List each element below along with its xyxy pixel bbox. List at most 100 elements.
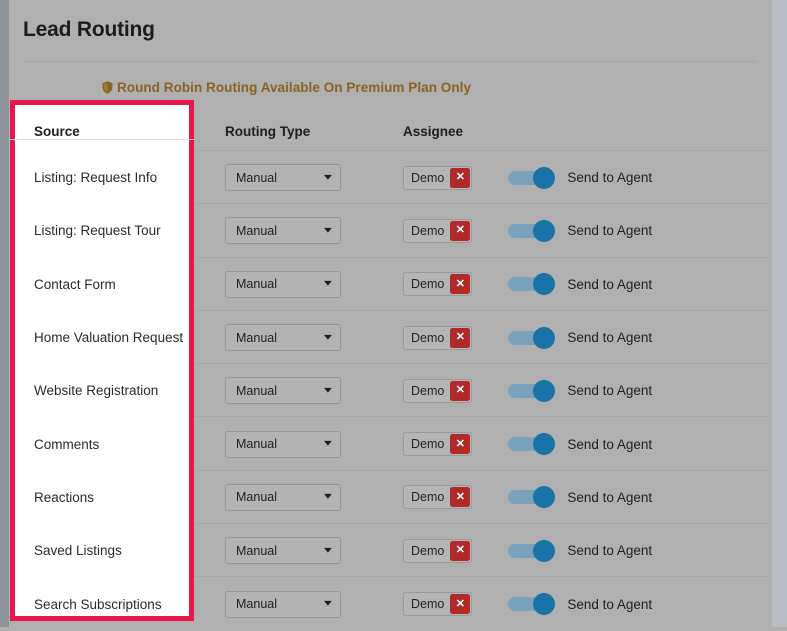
table-row: Website Registration Manual ▼ Demo ✕ Sen… — [9, 364, 772, 418]
routing-type-cell: Manual ▼ — [225, 430, 403, 458]
column-header-assignee: Assignee — [403, 123, 464, 139]
toggle-knob — [533, 273, 556, 296]
routing-type-value: Manual — [236, 277, 277, 292]
send-to-agent-toggle[interactable] — [508, 166, 556, 189]
chevron-down-icon: ▼ — [321, 492, 335, 502]
close-icon[interactable]: ✕ — [450, 167, 471, 188]
send-to-agent-toggle[interactable] — [508, 433, 556, 456]
routing-type-cell: Manual ▼ — [225, 324, 403, 352]
assignee-chip-label: Demo — [411, 490, 445, 505]
assignee-cell: Demo ✕ Send to Agent — [403, 592, 772, 617]
close-icon[interactable]: ✕ — [450, 327, 471, 348]
shield-icon — [102, 81, 113, 97]
table-row: Search Subscriptions Manual ▼ Demo ✕ Sen… — [9, 577, 772, 630]
routing-type-select[interactable]: Manual ▼ — [225, 270, 341, 298]
source-label: Search Subscriptions — [34, 596, 162, 612]
send-to-agent-toggle-group[interactable]: Send to Agent — [508, 273, 653, 296]
assignee-chip-label: Demo — [411, 277, 445, 292]
assignee-chip[interactable]: Demo ✕ — [403, 165, 473, 190]
assignee-chip[interactable]: Demo ✕ — [403, 218, 473, 243]
send-to-agent-toggle-group[interactable]: Send to Agent — [508, 539, 653, 562]
close-icon[interactable]: ✕ — [450, 434, 471, 455]
close-icon[interactable]: ✕ — [450, 540, 471, 561]
send-to-agent-toggle-group[interactable]: Send to Agent — [508, 593, 653, 616]
routing-type-select[interactable]: Manual ▼ — [225, 537, 341, 565]
send-to-agent-toggle-group[interactable]: Send to Agent — [508, 166, 652, 189]
routing-type-cell: Manual ▼ — [225, 483, 403, 511]
send-to-agent-label: Send to Agent — [567, 330, 653, 346]
send-to-agent-toggle-group[interactable]: Send to Agent — [508, 486, 652, 509]
premium-notice-row: Round Robin Routing Available On Premium… — [9, 62, 772, 97]
assignee-chip[interactable]: Demo ✕ — [403, 485, 473, 510]
routing-type-value: Manual — [236, 330, 277, 345]
routing-type-select[interactable]: Manual ▼ — [225, 324, 341, 352]
source-label: Contact Form — [34, 276, 116, 292]
send-to-agent-toggle[interactable] — [508, 539, 556, 562]
send-to-agent-toggle-group[interactable]: Send to Agent — [508, 379, 653, 402]
routing-type-cell: Manual ▼ — [225, 537, 403, 565]
chevron-down-icon: ▼ — [321, 545, 335, 555]
assignee-chip-label: Demo — [411, 543, 445, 558]
routing-type-cell: Manual ▼ — [225, 377, 403, 405]
send-to-agent-toggle[interactable] — [508, 273, 556, 296]
table-row: Listing: Request Tour Manual ▼ Demo ✕ Se… — [9, 204, 772, 258]
chevron-down-icon: ▼ — [321, 599, 335, 609]
source-label: Reactions — [34, 489, 95, 505]
send-to-agent-label: Send to Agent — [567, 596, 653, 612]
column-header-routing-type: Routing Type — [225, 123, 311, 139]
source-label: Listing: Request Info — [34, 170, 158, 186]
routing-type-value: Manual — [236, 223, 277, 238]
send-to-agent-label: Send to Agent — [567, 543, 653, 559]
assignee-chip[interactable]: Demo ✕ — [403, 272, 473, 297]
send-to-agent-toggle[interactable] — [508, 326, 556, 349]
assignee-chip[interactable]: Demo ✕ — [403, 378, 473, 403]
assignee-chip[interactable]: Demo ✕ — [403, 325, 473, 350]
routing-type-value: Manual — [236, 543, 277, 558]
toggle-knob — [533, 539, 556, 562]
toggle-knob — [533, 326, 556, 349]
close-icon[interactable]: ✕ — [450, 487, 471, 508]
routing-type-cell: Manual ▼ — [225, 590, 403, 618]
send-to-agent-toggle-group[interactable]: Send to Agent — [508, 219, 652, 242]
table-header-row: Source Routing Type Assignee — [9, 111, 772, 151]
column-header-source: Source — [34, 123, 80, 139]
send-to-agent-toggle-group[interactable]: Send to Agent — [508, 433, 652, 456]
routing-type-select[interactable]: Manual ▼ — [225, 483, 341, 511]
toggle-knob — [533, 486, 556, 509]
close-icon[interactable]: ✕ — [450, 594, 471, 615]
routing-type-value: Manual — [236, 490, 277, 505]
source-label: Saved Listings — [34, 543, 122, 559]
toggle-knob — [533, 166, 556, 189]
assignee-chip-label: Demo — [411, 437, 445, 452]
assignee-chip[interactable]: Demo ✕ — [403, 538, 473, 563]
routing-type-select[interactable]: Manual ▼ — [225, 590, 341, 618]
source-header-divider — [10, 139, 194, 140]
assignee-cell: Demo ✕ Send to Agent — [403, 378, 772, 403]
assignee-chip[interactable]: Demo ✕ — [403, 592, 473, 617]
send-to-agent-toggle[interactable] — [508, 379, 556, 402]
send-to-agent-toggle[interactable] — [508, 486, 556, 509]
routing-type-select[interactable]: Manual ▼ — [225, 217, 341, 245]
send-to-agent-toggle-group[interactable]: Send to Agent — [508, 326, 653, 349]
send-to-agent-label: Send to Agent — [567, 383, 653, 399]
chevron-down-icon: ▼ — [321, 386, 335, 395]
assignee-chip-label: Demo — [411, 383, 445, 398]
routing-type-cell: Manual ▼ — [225, 217, 403, 245]
source-label: Home Valuation Request — [34, 330, 184, 346]
send-to-agent-toggle[interactable] — [508, 593, 556, 616]
table-row: Home Valuation Request Manual ▼ Demo ✕ S… — [9, 311, 772, 365]
routing-type-value: Manual — [236, 170, 277, 185]
send-to-agent-label: Send to Agent — [567, 276, 653, 292]
send-to-agent-toggle[interactable] — [508, 219, 556, 242]
close-icon[interactable]: ✕ — [450, 274, 471, 295]
assignee-cell: Demo ✕ Send to Agent — [403, 432, 772, 457]
close-icon[interactable]: ✕ — [450, 220, 471, 241]
routing-type-select[interactable]: Manual ▼ — [225, 164, 341, 192]
source-label: Listing: Request Tour — [34, 223, 161, 239]
routing-type-select[interactable]: Manual ▼ — [225, 430, 341, 458]
premium-notice-text: Round Robin Routing Available On Premium… — [116, 80, 472, 95]
assignee-chip[interactable]: Demo ✕ — [403, 432, 473, 457]
chevron-down-icon: ▼ — [321, 332, 335, 342]
routing-type-select[interactable]: Manual ▼ — [225, 377, 341, 405]
close-icon[interactable]: ✕ — [450, 380, 471, 401]
